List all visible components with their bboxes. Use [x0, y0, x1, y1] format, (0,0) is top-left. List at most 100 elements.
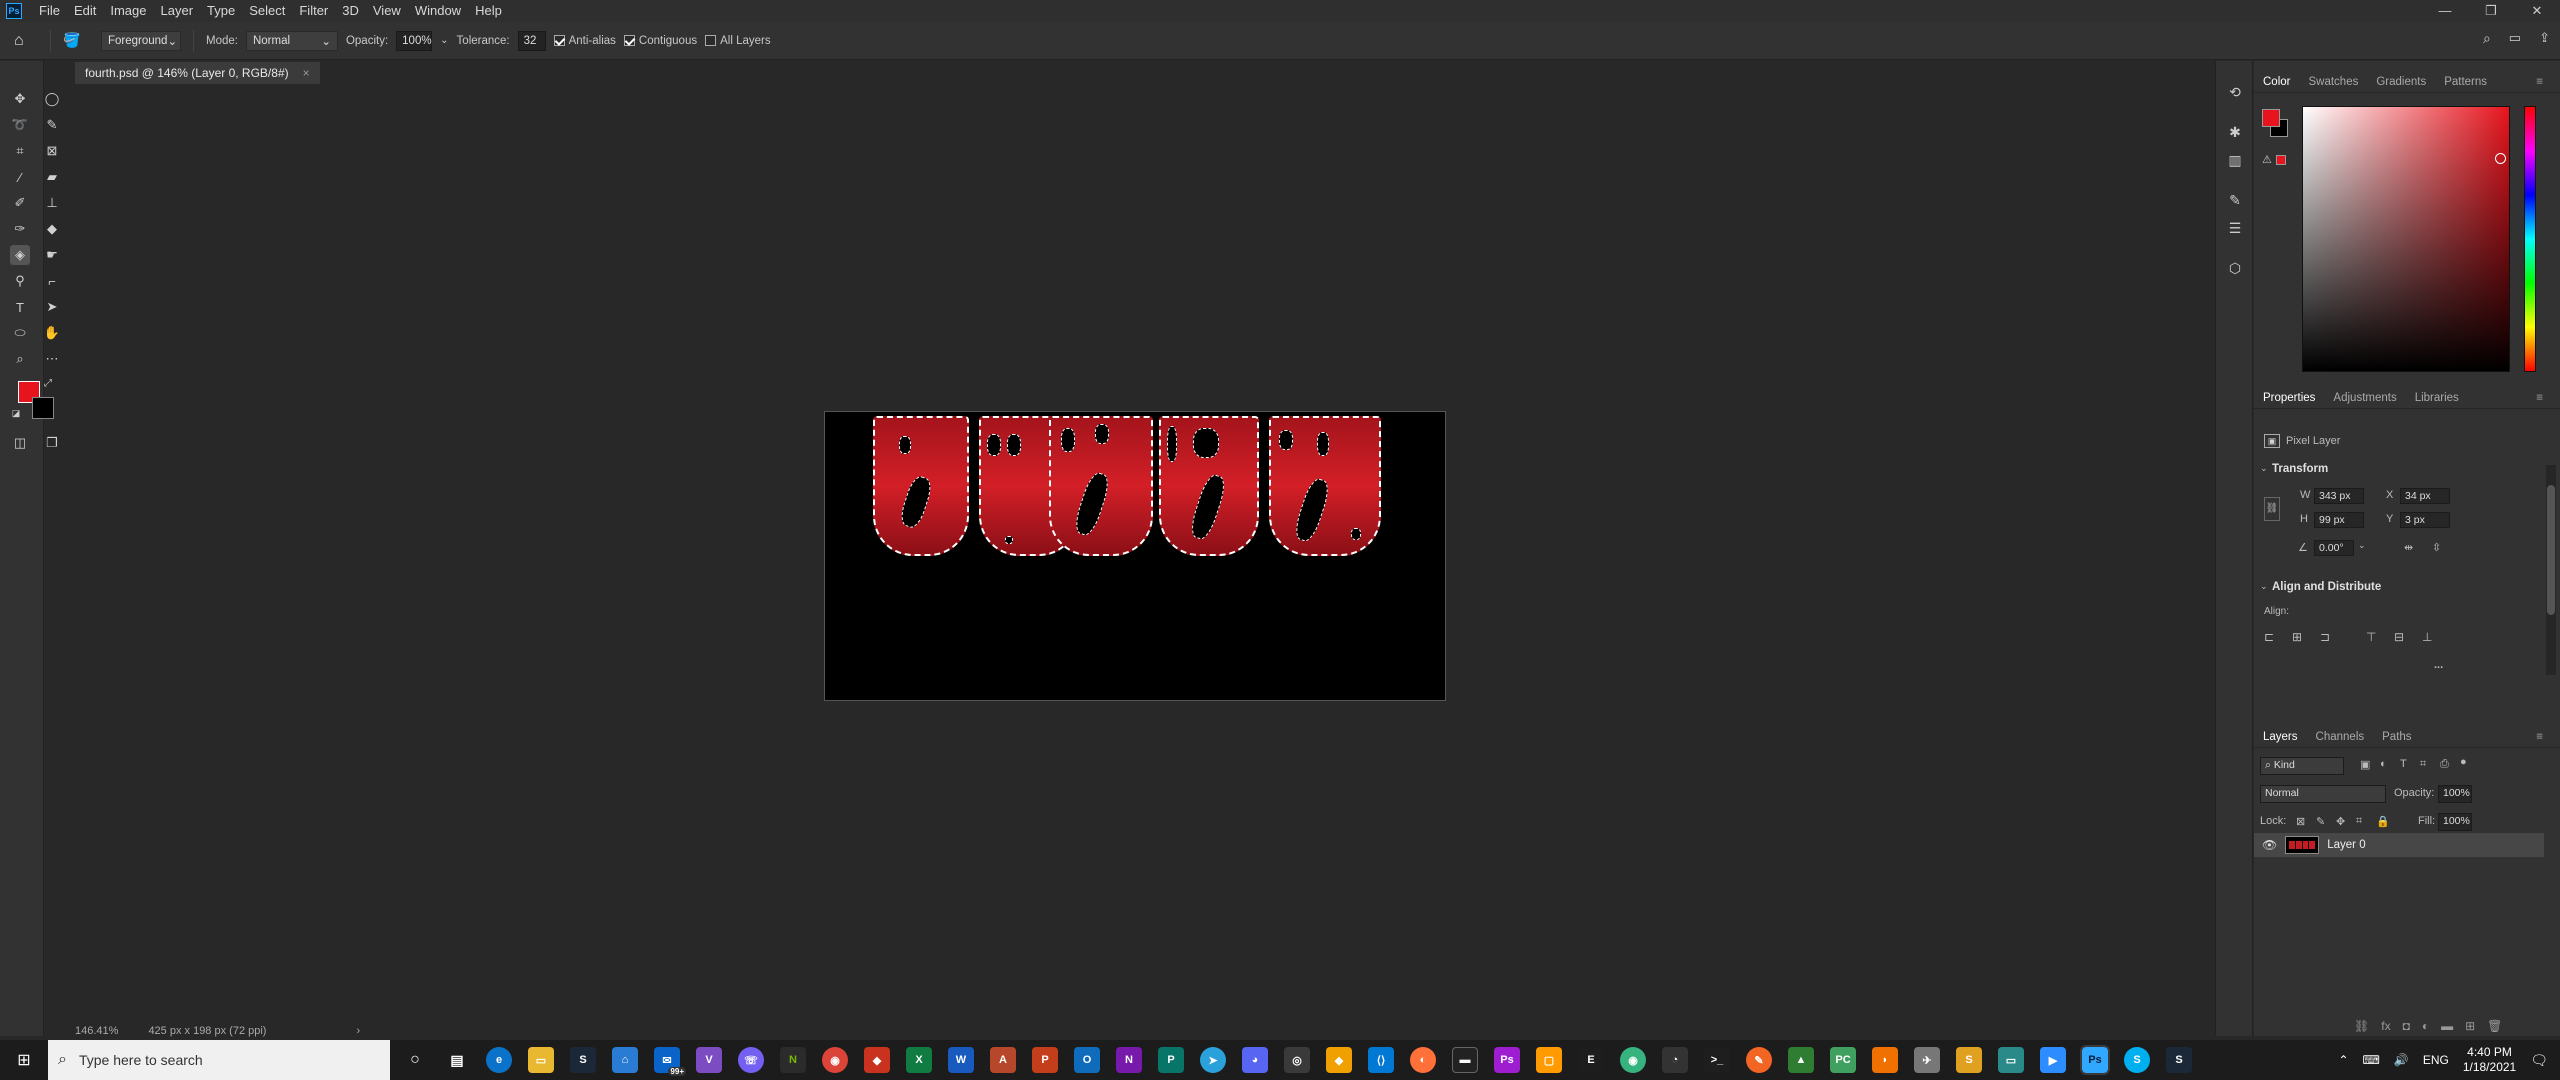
- panel-menu-icon[interactable]: ≡: [2527, 387, 2552, 409]
- flip-vertical-icon[interactable]: ⇳: [2432, 541, 2441, 554]
- histogram-panel-icon[interactable]: ▥: [2226, 151, 2244, 169]
- lock-all-icon[interactable]: 🔒: [2376, 815, 2390, 828]
- workspace-icon[interactable]: ▭: [2509, 30, 2521, 47]
- paint-bucket-icon[interactable]: 🪣: [63, 32, 93, 49]
- filter-type-icon[interactable]: T: [2400, 758, 2407, 770]
- eraser-icon[interactable]: ◆: [42, 219, 62, 239]
- document-canvas[interactable]: [824, 411, 1446, 701]
- menu-filter[interactable]: Filter: [292, 0, 335, 22]
- telegram-icon[interactable]: ➤: [1200, 1047, 1226, 1073]
- app-icon[interactable]: ▭: [1998, 1047, 2024, 1073]
- y-input[interactable]: 3 px: [2400, 512, 2450, 528]
- language-indicator[interactable]: ENG: [2423, 1053, 2449, 1067]
- flip-horizontal-icon[interactable]: ⇹: [2404, 541, 2413, 554]
- firefox-icon[interactable]: ◐: [1410, 1047, 1436, 1073]
- keyboard-icon[interactable]: ⌨: [2363, 1053, 2380, 1067]
- app-icon[interactable]: ◆: [1326, 1047, 1352, 1073]
- notifications-icon[interactable]: 🗨: [2530, 1052, 2548, 1069]
- filter-shape-icon[interactable]: ⌗: [2420, 758, 2426, 771]
- layer-name[interactable]: Layer 0: [2327, 839, 2365, 851]
- tab-color[interactable]: Color: [2254, 71, 2299, 93]
- epic-games-icon[interactable]: E: [1578, 1047, 1604, 1073]
- menu-file[interactable]: File: [32, 0, 67, 22]
- screen-mode-icon[interactable]: ❐: [42, 433, 62, 453]
- link-layers-icon[interactable]: ⛓: [2354, 1019, 2369, 1033]
- cortana-icon[interactable]: ○: [402, 1047, 428, 1073]
- menu-view[interactable]: View: [366, 0, 408, 22]
- opacity-input[interactable]: 100%: [396, 30, 433, 51]
- fx-icon[interactable]: fx: [2381, 1019, 2390, 1033]
- clock[interactable]: 4:40 PM 1/18/2021: [2463, 1045, 2516, 1075]
- add-mask-icon[interactable]: ◘: [2403, 1019, 2410, 1033]
- tab-layers[interactable]: Layers: [2254, 726, 2307, 748]
- adjustments-panel-icon[interactable]: ☰: [2226, 219, 2244, 237]
- clone-stamp-icon[interactable]: ⊥: [42, 193, 62, 213]
- edge-icon[interactable]: e: [486, 1047, 512, 1073]
- history-brush-icon[interactable]: ✑: [10, 219, 30, 239]
- frame-tool-icon[interactable]: ⊠: [42, 141, 62, 161]
- all-layers-checkbox[interactable]: All Layers: [705, 35, 771, 47]
- close-tab-icon[interactable]: ×: [303, 66, 310, 80]
- quick-select-icon[interactable]: ✎: [42, 115, 62, 135]
- ruler-icon[interactable]: ▰: [42, 167, 62, 187]
- quick-mask-icon[interactable]: ◫: [10, 433, 30, 453]
- chevron-down-icon[interactable]: ⌄: [440, 35, 448, 46]
- tab-paths[interactable]: Paths: [2373, 726, 2420, 748]
- paint-bucket-tool-icon[interactable]: ◈: [10, 245, 30, 265]
- ellipse-shape-icon[interactable]: ⬭: [10, 323, 30, 343]
- menu-3d[interactable]: 3D: [335, 0, 366, 22]
- filter-adjustment-icon[interactable]: ◐: [2380, 758, 2387, 770]
- default-colors-icon[interactable]: ◪: [10, 407, 22, 419]
- taskbar-search[interactable]: ⌕ Type here to search: [48, 1040, 390, 1080]
- blend-mode-select[interactable]: Normal: [2260, 785, 2386, 803]
- lock-image-icon[interactable]: ✎: [2316, 815, 2325, 828]
- excel-icon[interactable]: X: [906, 1047, 932, 1073]
- home-icon[interactable]: ⌂: [14, 32, 38, 50]
- tab-patterns[interactable]: Patterns: [2435, 71, 2496, 93]
- align-center-h-icon[interactable]: ⊞: [2292, 630, 2306, 644]
- crop-tool-icon[interactable]: ⌗: [10, 141, 30, 161]
- align-middle-v-icon[interactable]: ⊟: [2394, 630, 2408, 644]
- app-icon[interactable]: S: [1956, 1047, 1982, 1073]
- fill-source-select[interactable]: Foreground ⌄: [101, 30, 181, 51]
- more-tools-icon[interactable]: ⋯: [42, 349, 62, 369]
- chevron-up-icon[interactable]: ⌃: [2338, 1053, 2348, 1067]
- zoom-tool-icon[interactable]: ⌕: [10, 349, 30, 369]
- chevron-down-icon[interactable]: ⌄: [2358, 540, 2366, 551]
- lasso-tool-icon[interactable]: ➰: [10, 115, 30, 135]
- terminal-icon[interactable]: >_: [1704, 1047, 1730, 1073]
- navigator-panel-icon[interactable]: ✱: [2226, 123, 2244, 141]
- layer-row[interactable]: 👁 Layer 0: [2254, 833, 2544, 857]
- tab-libraries[interactable]: Libraries: [2406, 387, 2468, 409]
- menu-edit[interactable]: Edit: [67, 0, 103, 22]
- link-icon[interactable]: ⛓: [2264, 497, 2280, 521]
- properties-scrollbar[interactable]: [2546, 465, 2556, 675]
- background-color-swatch[interactable]: [32, 397, 54, 419]
- restore-button[interactable]: ❐: [2468, 0, 2514, 22]
- tab-gradients[interactable]: Gradients: [2367, 71, 2435, 93]
- smudge-tool-icon[interactable]: ☛: [42, 245, 62, 265]
- hand-tool-icon[interactable]: ✋: [42, 323, 62, 343]
- align-right-icon[interactable]: ⊐: [2320, 630, 2334, 644]
- viber-icon[interactable]: ☏: [738, 1047, 764, 1073]
- nvidia-icon[interactable]: N: [780, 1047, 806, 1073]
- minimize-button[interactable]: —: [2422, 0, 2468, 22]
- layer-filter-select[interactable]: ⌕ Kind: [2260, 757, 2344, 775]
- menu-help[interactable]: Help: [468, 0, 509, 22]
- lock-position-icon[interactable]: ✥: [2336, 815, 2345, 828]
- terminal-icon[interactable]: ▬: [1452, 1047, 1478, 1073]
- mail-icon[interactable]: ✉ 99+: [654, 1047, 686, 1076]
- brush-tool-icon[interactable]: ✐: [10, 193, 30, 213]
- adjustment-layer-icon[interactable]: ◐: [2422, 1019, 2429, 1033]
- delete-layer-icon[interactable]: 🗑: [2487, 1019, 2502, 1033]
- tab-swatches[interactable]: Swatches: [2299, 71, 2367, 93]
- document-tab[interactable]: fourth.psd @ 146% (Layer 0, RGB/8#) ×: [75, 62, 320, 84]
- align-bottom-icon[interactable]: ⊥: [2422, 630, 2436, 644]
- filter-pixel-icon[interactable]: ▣: [2360, 758, 2370, 771]
- windows-start-icon[interactable]: ⊞: [0, 1040, 48, 1080]
- menu-window[interactable]: Window: [408, 0, 468, 22]
- eye-icon[interactable]: 👁: [2262, 838, 2277, 852]
- type-tool-icon[interactable]: T: [10, 297, 30, 317]
- photoshop-logo-icon[interactable]: Ps: [6, 3, 22, 19]
- lock-transparent-icon[interactable]: ⊠: [2296, 815, 2305, 828]
